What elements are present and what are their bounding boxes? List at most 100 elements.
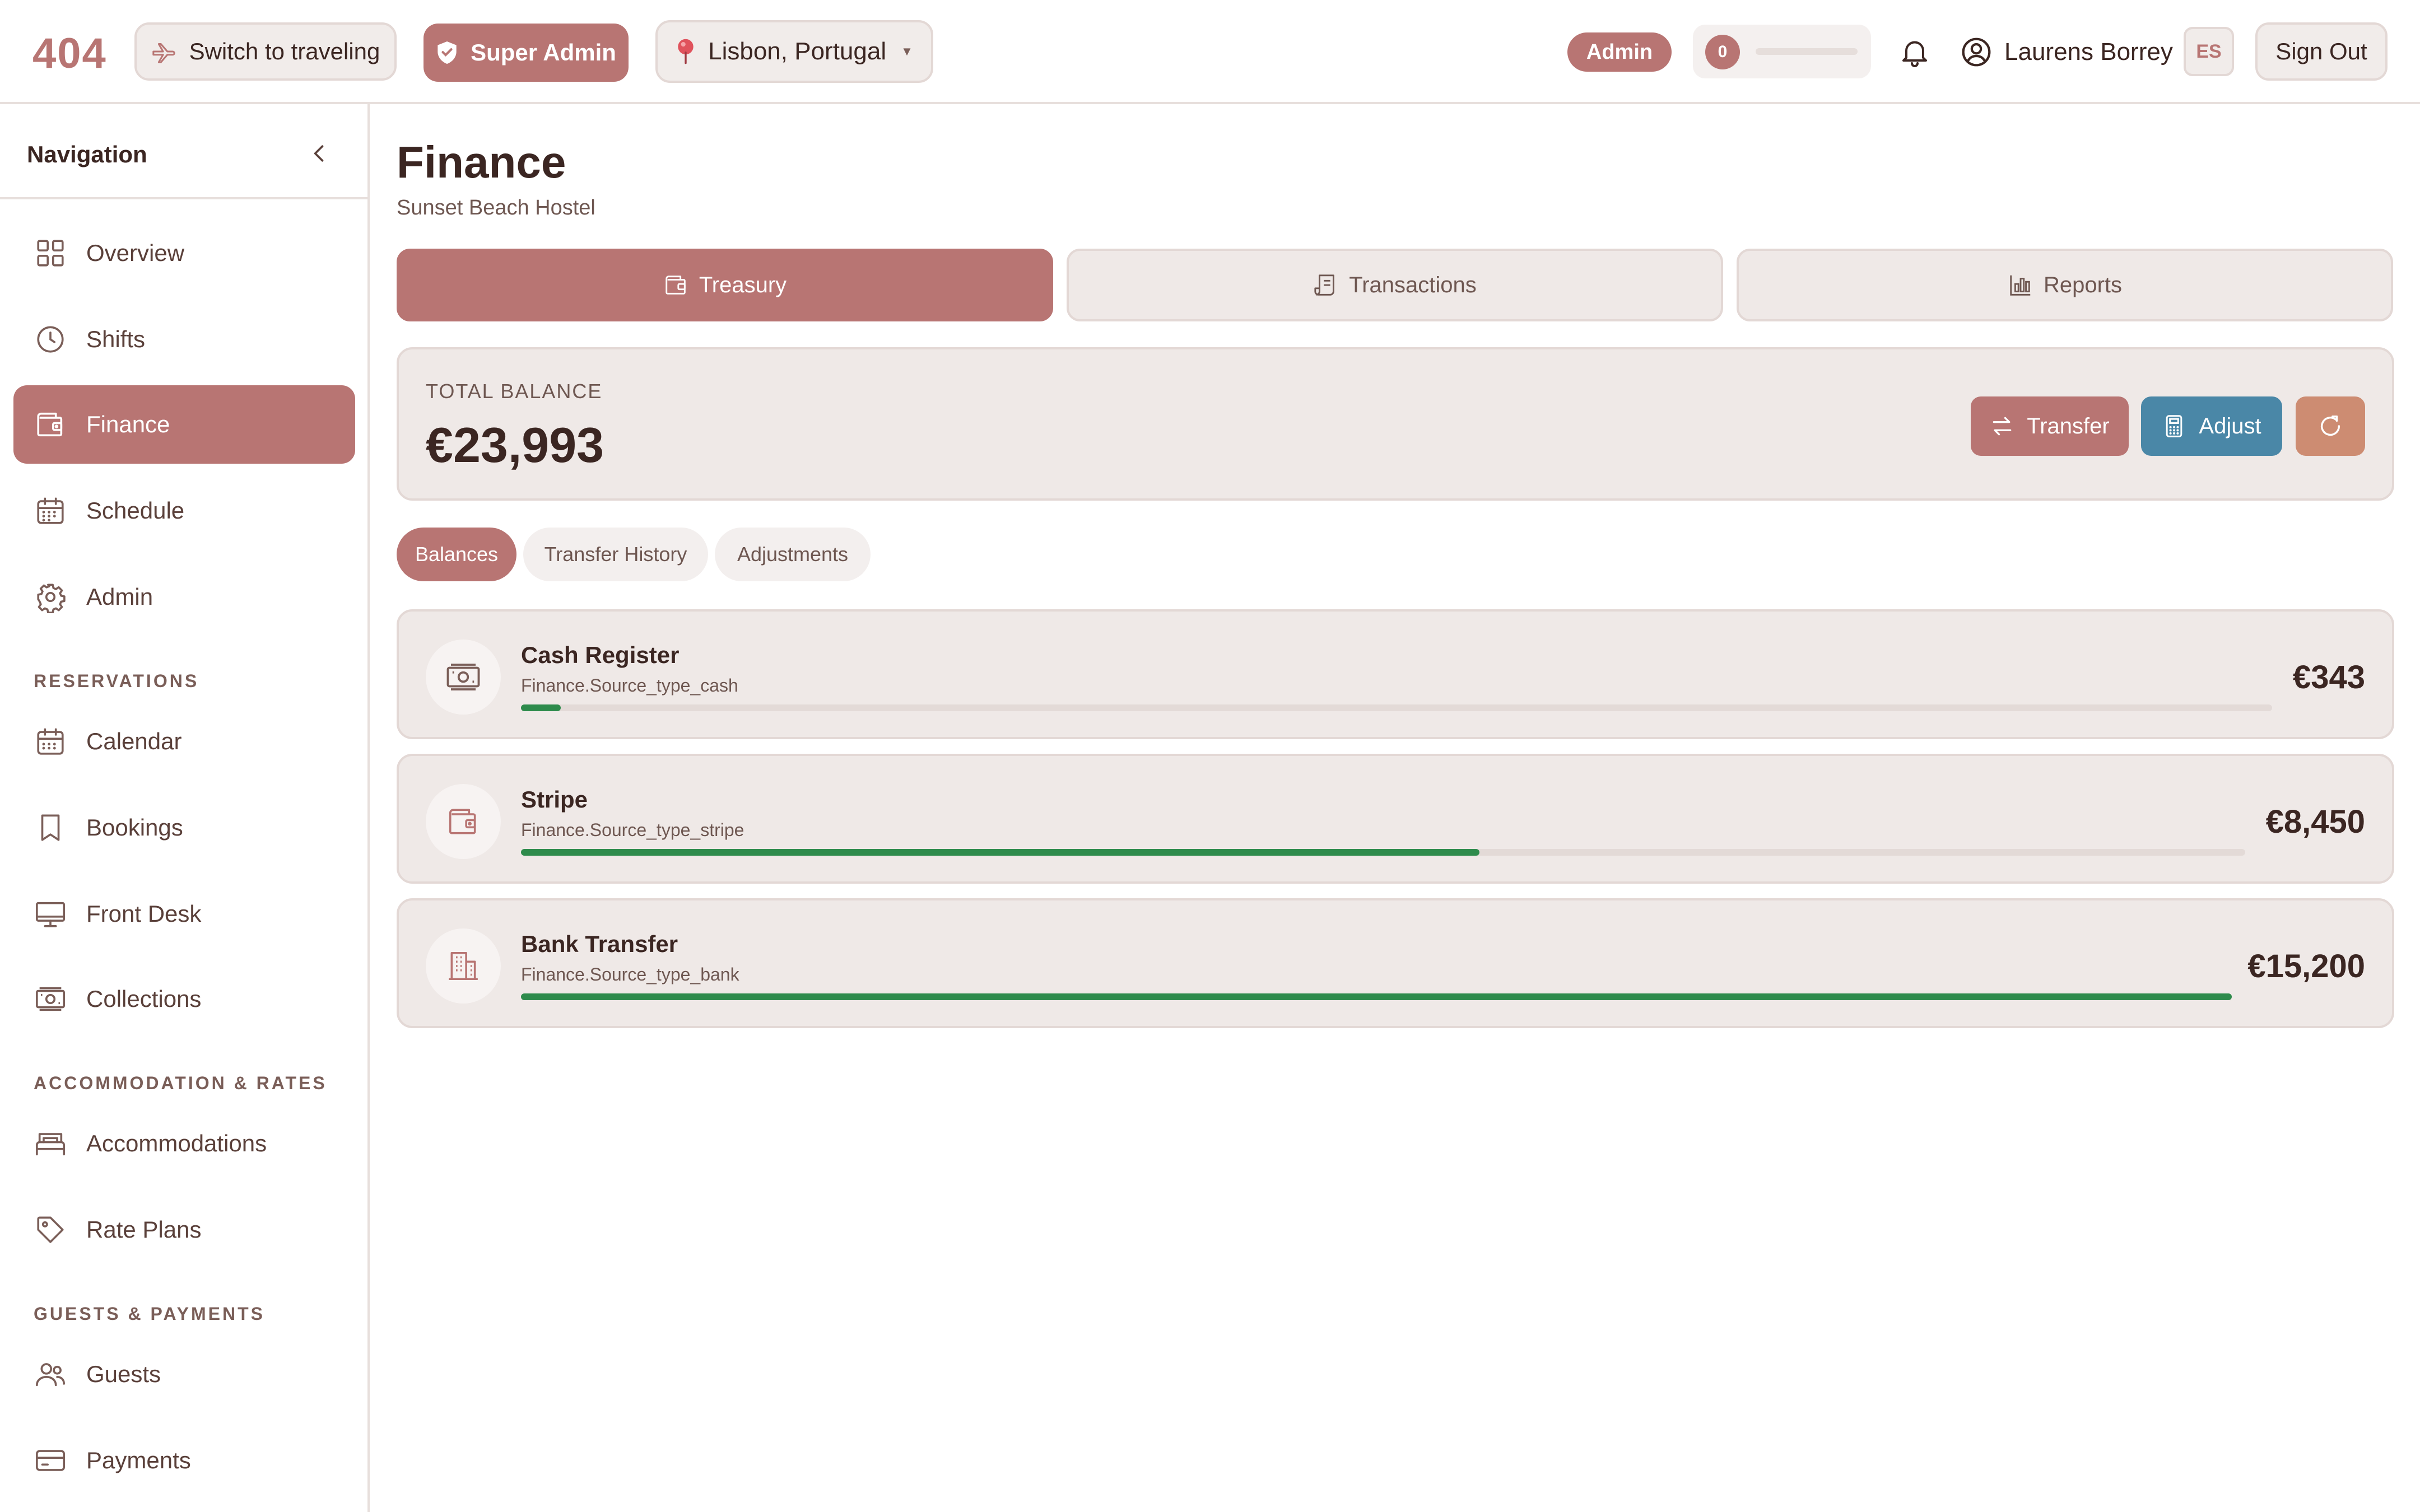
sidebar-item-shifts[interactable]: Shifts: [13, 300, 355, 379]
balance-source-cash-register[interactable]: Cash Register Finance.Source_type_cash €…: [397, 609, 2394, 739]
sidebar-item-admin[interactable]: Admin: [13, 558, 355, 636]
credit-card-icon: [32, 1443, 68, 1478]
source-name: Cash Register: [521, 642, 680, 668]
grid-icon: [32, 235, 68, 271]
user-circle-icon: [1961, 36, 1992, 68]
gear-icon: [32, 579, 68, 615]
tab-treasury[interactable]: Treasury: [397, 249, 1053, 321]
source-type: Finance.Source_type_stripe: [521, 820, 744, 840]
sidebar-item-accommodations[interactable]: Accommodations: [13, 1104, 355, 1183]
user-name: Laurens Borrey: [2004, 38, 2173, 66]
caret-down-icon: ▼: [901, 44, 913, 58]
sign-out-button[interactable]: Sign Out: [2255, 22, 2388, 81]
tab-reports[interactable]: Reports: [1737, 249, 2393, 321]
source-share-bar: [521, 849, 2245, 856]
source-type: Finance.Source_type_cash: [521, 675, 738, 696]
source-amount: €15,200: [2247, 948, 2365, 984]
cash-icon: [426, 640, 501, 715]
sidebar-item-label: Bookings: [86, 814, 183, 841]
wallet-icon: [426, 784, 501, 859]
bar-chart-icon: [2008, 272, 2033, 298]
sidebar-item-schedule[interactable]: Schedule: [13, 472, 355, 550]
sidebar-item-label: Schedule: [86, 497, 185, 524]
refresh-icon: [2317, 413, 2343, 439]
subtab-adjustments[interactable]: Adjustments: [715, 528, 871, 581]
adjust-label: Adjust: [2199, 413, 2261, 438]
sidebar-item-label: Front Desk: [86, 900, 202, 927]
balance-source-stripe[interactable]: Stripe Finance.Source_type_stripe €8,450: [397, 754, 2394, 884]
bell-icon[interactable]: [1898, 35, 1932, 69]
source-share-fill: [521, 993, 2232, 1000]
sidebar-item-label: Overview: [86, 240, 185, 266]
app-logo[interactable]: 404: [32, 29, 107, 78]
wallet-icon: [32, 407, 68, 442]
total-balance-value: €23,993: [426, 417, 604, 473]
location-selector[interactable]: Lisbon, Portugal ▼: [655, 20, 933, 83]
sidebar: Navigation Overview Shifts Finance Sched…: [0, 104, 370, 1512]
page-title: Finance: [397, 137, 566, 187]
bed-icon: [32, 1126, 68, 1161]
sidebar-item-calendar[interactable]: Calendar: [13, 702, 355, 781]
sidebar-item-guests[interactable]: Guests: [13, 1335, 355, 1413]
language-button[interactable]: ES: [2184, 27, 2234, 76]
source-share-bar: [521, 704, 2272, 711]
bookmark-icon: [32, 810, 68, 846]
sidebar-section-accommodation-rates: ACCOMMODATION & RATES: [34, 1073, 327, 1093]
sidebar-item-label: Payments: [86, 1447, 191, 1473]
receipt-icon: [1313, 272, 1339, 298]
sidebar-item-label: Finance: [86, 411, 170, 437]
transfer-button[interactable]: Transfer: [1971, 396, 2129, 456]
user-menu[interactable]: Laurens Borrey: [1961, 32, 2173, 72]
source-name: Bank Transfer: [521, 931, 678, 957]
sidebar-item-label: Accommodations: [86, 1130, 267, 1156]
tab-transactions[interactable]: Transactions: [1067, 249, 1723, 321]
tab-label: Treasury: [699, 272, 787, 297]
transfer-label: Transfer: [2027, 413, 2110, 438]
balance-source-bank-transfer[interactable]: Bank Transfer Finance.Source_type_bank €…: [397, 898, 2394, 1028]
refresh-button[interactable]: [2296, 396, 2365, 456]
chevron-left-icon[interactable]: [307, 141, 332, 166]
sidebar-item-payments[interactable]: Payments: [13, 1421, 355, 1500]
cash-icon: [32, 981, 68, 1017]
sidebar-section-reservations: RESERVATIONS: [34, 671, 199, 691]
task-progress-bar: [1756, 48, 1858, 55]
building-icon: [426, 928, 501, 1004]
wallet-icon: [663, 272, 689, 298]
sidebar-item-collections[interactable]: Collections: [13, 960, 355, 1038]
source-type: Finance.Source_type_bank: [521, 964, 739, 984]
source-amount: €343: [2292, 659, 2365, 696]
sidebar-header: Navigation: [0, 104, 367, 199]
users-icon: [32, 1356, 68, 1392]
sidebar-item-label: Shifts: [86, 326, 146, 352]
sidebar-item-label: Collections: [86, 986, 202, 1012]
sidebar-section-guests-payments: GUESTS & PAYMENTS: [34, 1304, 265, 1324]
adjust-button[interactable]: Adjust: [2141, 396, 2282, 456]
source-share-bar: [521, 993, 2232, 1000]
total-balance-label: TOTAL BALANCE: [426, 380, 603, 403]
source-amount: €8,450: [2265, 804, 2365, 840]
sidebar-item-finance[interactable]: Finance: [13, 385, 355, 464]
task-progress-chip[interactable]: 0: [1693, 25, 1871, 78]
subtab-balances[interactable]: Balances: [397, 528, 516, 581]
super-admin-label: Super Admin: [471, 39, 616, 66]
sidebar-item-label: Rate Plans: [86, 1216, 202, 1243]
tag-icon: [32, 1212, 68, 1248]
sidebar-item-label: Guests: [86, 1361, 161, 1387]
shield-icon: [436, 40, 458, 65]
role-badge: Admin: [1567, 32, 1672, 72]
sidebar-item-overview[interactable]: Overview: [13, 214, 355, 292]
total-balance-card: TOTAL BALANCE €23,993 Transfer Adjust: [397, 347, 2394, 501]
subtab-transfer-history[interactable]: Transfer History: [523, 528, 708, 581]
sidebar-item-rate-plans[interactable]: Rate Plans: [13, 1191, 355, 1269]
calendar-grid-icon: [32, 493, 68, 529]
sidebar-item-front-desk[interactable]: Front Desk: [13, 875, 355, 953]
source-share-fill: [521, 704, 561, 711]
sidebar-item-bookings[interactable]: Bookings: [13, 788, 355, 867]
source-share-fill: [521, 849, 1480, 856]
plane-icon: [151, 39, 177, 64]
switch-to-traveling-button[interactable]: Switch to traveling: [134, 22, 397, 81]
sidebar-item-label: Admin: [86, 584, 153, 610]
tab-label: Transactions: [1349, 272, 1477, 297]
source-name: Stripe: [521, 786, 588, 813]
super-admin-button[interactable]: Super Admin: [424, 24, 629, 82]
